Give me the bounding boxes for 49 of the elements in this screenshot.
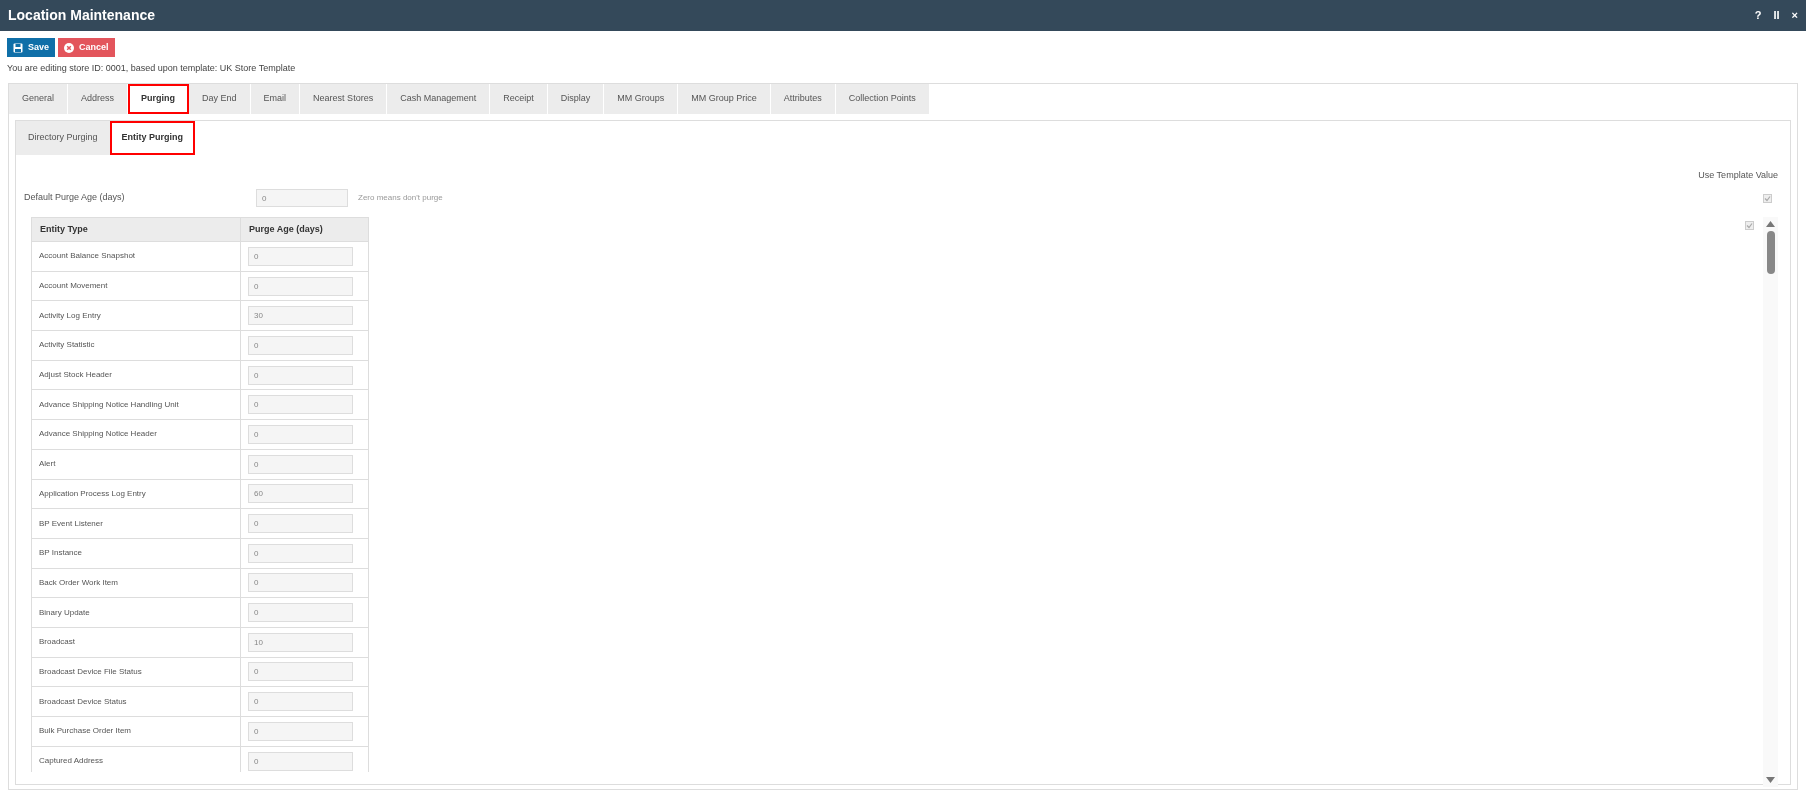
scroll-up-icon[interactable] [1766, 221, 1775, 227]
pause-button[interactable]: II [1773, 10, 1780, 21]
table-cell: BP Instance [32, 538, 241, 568]
table-cell: Alert [32, 449, 241, 479]
table-cell: Advance Shipping Notice Handling Unit [32, 390, 241, 420]
close-button[interactable]: × [1791, 10, 1798, 21]
cancel-button[interactable]: Cancel [58, 38, 115, 57]
help-button[interactable]: ? [1754, 10, 1762, 21]
table-cell: Binary Update [32, 598, 241, 627]
column-header: Purge Age (days) [248, 222, 324, 236]
sub-tab[interactable]: Entity Purging [109, 120, 196, 155]
tab[interactable]: Cash Management [387, 83, 491, 114]
column-header: Entity Type [32, 218, 241, 241]
save-button[interactable]: Save [7, 38, 56, 57]
table-cell: Captured Address [32, 746, 241, 772]
table-cell: Advance Shipping Notice Header [32, 420, 241, 449]
tab[interactable]: MM Group Price [678, 83, 771, 114]
window-title: Location Maintenance [8, 6, 156, 25]
tab[interactable]: Day End [189, 83, 251, 114]
table-cell: Activity Statistic [32, 331, 241, 360]
table-cell: Application Process Log Entry [32, 479, 241, 509]
table-cell: Back Order Work Item [32, 568, 241, 598]
tab[interactable]: Display [547, 83, 605, 114]
tab[interactable]: Purging [128, 83, 190, 114]
table-cell: Activity Log Entry [32, 301, 241, 331]
table-cell: Account Movement [32, 271, 241, 301]
table-cell: Broadcast [32, 627, 241, 657]
table-cell: Account Balance Snapshot [32, 242, 241, 271]
column-header: Use Template Value [1698, 168, 1778, 182]
close-circle-icon [64, 42, 75, 53]
scrollbar-thumb[interactable] [1766, 231, 1775, 274]
tab[interactable]: Collection Points [835, 83, 930, 114]
table-cell: BP Event Listener [32, 509, 241, 538]
field-label: Default Purge Age (days) [24, 191, 126, 205]
tab[interactable]: Nearest Stores [300, 83, 388, 114]
tab[interactable]: Attributes [770, 83, 836, 114]
sub-tab[interactable]: Directory Purging [16, 120, 110, 155]
tab[interactable]: Email [250, 83, 301, 114]
table-cell: Broadcast Device Status [32, 687, 241, 716]
scroll-down-icon[interactable] [1766, 777, 1775, 783]
hint-text: Zero means don't purge [358, 192, 443, 204]
table-cell: Adjust Stock Header [32, 360, 241, 390]
table-cell: Broadcast Device File Status [32, 657, 241, 687]
info-text: You are editing store ID: 0001, based upon template: UK Store Template [6, 62, 297, 75]
table-cell: Bulk Purchase Order Item [32, 717, 241, 746]
tab[interactable]: General [9, 83, 69, 114]
tab[interactable]: MM Groups [604, 83, 679, 114]
tab[interactable]: Receipt [490, 83, 548, 114]
scrollbar[interactable] [1763, 217, 1778, 787]
